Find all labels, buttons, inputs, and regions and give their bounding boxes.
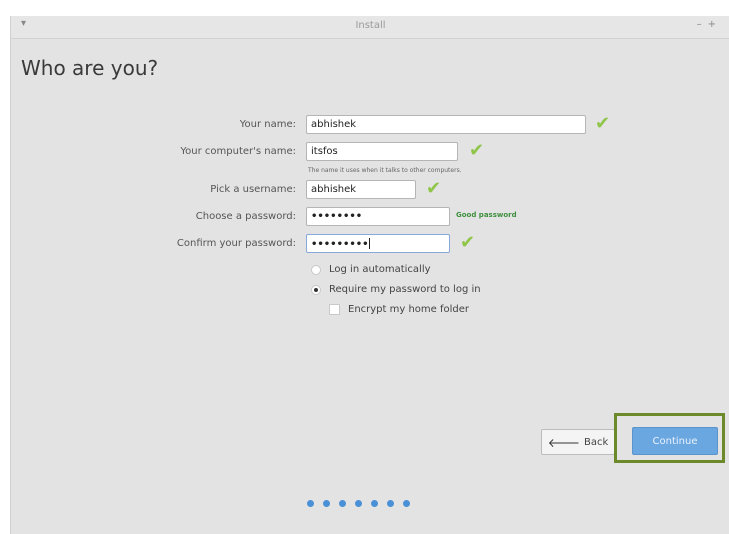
name-field[interactable]: abhishek (306, 115, 586, 134)
computer-name-valid-checkmark-icon: ✔ (469, 140, 485, 161)
installer-window: ▾ Install –+ Who are you? Your name: abh… (10, 16, 729, 534)
auto-login-radio[interactable] (311, 264, 321, 275)
require-password-option[interactable]: Require my password to log in (311, 284, 481, 295)
username-label: Pick a username: (210, 184, 296, 195)
arrow-left-icon: 🡐 (547, 435, 580, 450)
progress-dot (323, 500, 330, 507)
confirm-password-valid-checkmark-icon: ✔ (460, 232, 476, 253)
username-field[interactable]: abhishek (306, 180, 416, 199)
continue-button[interactable]: Continue (632, 427, 718, 455)
confirm-password-value: ••••••••• (311, 239, 369, 250)
back-button-label: Back (583, 436, 609, 448)
progress-dot (371, 500, 378, 507)
encrypt-home-label: Encrypt my home folder (348, 304, 470, 315)
auto-login-label: Log in automatically (329, 264, 431, 275)
progress-dot (403, 500, 410, 507)
encrypt-home-option[interactable]: Encrypt my home folder (329, 304, 469, 315)
password-field[interactable]: •••••••• (306, 207, 450, 226)
back-button[interactable]: 🡐 Back (541, 429, 615, 455)
require-password-label: Require my password to log in (329, 284, 481, 295)
text-caret (368, 238, 370, 249)
progress-dot (339, 500, 346, 507)
encrypt-home-checkbox[interactable] (329, 304, 340, 315)
window-controls[interactable]: –+ (697, 19, 722, 30)
window-title: Install (355, 20, 386, 31)
progress-dot (387, 500, 394, 507)
progress-indicator (307, 500, 410, 507)
name-label: Your name: (239, 119, 296, 130)
password-label: Choose a password: (195, 211, 296, 222)
auto-login-option[interactable]: Log in automatically (311, 264, 431, 275)
password-strength-label: Good password (456, 211, 517, 219)
computer-name-label: Your computer's name: (180, 146, 296, 157)
progress-dot (355, 500, 362, 507)
computer-name-hint: The name it uses when it talks to other … (308, 167, 462, 174)
progress-dot (307, 500, 314, 507)
page-title: Who are you? (21, 56, 159, 80)
confirm-password-field[interactable]: ••••••••• (306, 234, 450, 253)
screen-top-strip (0, 0, 729, 16)
require-password-radio[interactable] (311, 284, 321, 295)
titlebar: ▾ Install –+ (11, 16, 729, 39)
username-valid-checkmark-icon: ✔ (426, 178, 442, 199)
confirm-password-label: Confirm your password: (176, 238, 296, 249)
name-valid-checkmark-icon: ✔ (595, 113, 611, 134)
computer-name-field[interactable]: itsfos (306, 142, 458, 161)
